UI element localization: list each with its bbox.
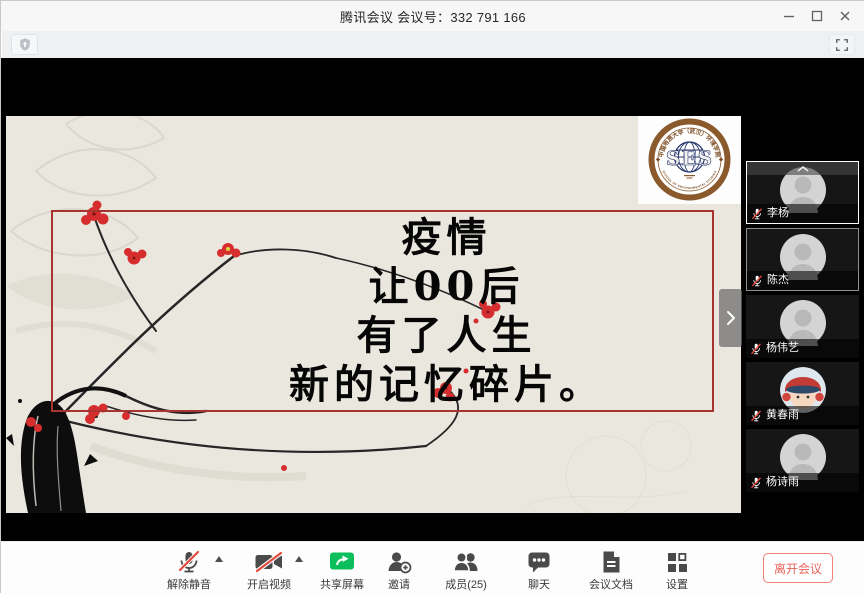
- members-button[interactable]: 成员(25): [436, 548, 496, 592]
- participant-namebar: 杨伟艺: [746, 339, 859, 358]
- tencent-meeting-window: 腾讯会议 会议号：332 791 166: [0, 0, 864, 593]
- participant-namebar: 李杨: [747, 204, 858, 223]
- minimize-icon: [782, 9, 796, 23]
- muted-mic-icon: [750, 343, 762, 355]
- invite-button[interactable]: 邀请: [369, 548, 429, 592]
- chevron-right-icon: [726, 310, 736, 326]
- members-label: 成员(25): [436, 576, 496, 592]
- unmute-label: 解除静音: [159, 576, 219, 592]
- maximize-button[interactable]: [803, 3, 831, 29]
- ses-logo: 中国地质大学（武汉）环境学院 SCHOOL OF ENVIRONMENTAL S…: [638, 116, 741, 204]
- participant-name: 杨伟艺: [766, 339, 799, 358]
- participant-tile[interactable]: 杨诗雨: [746, 429, 859, 492]
- unmute-options-caret[interactable]: [215, 556, 223, 562]
- settings-button[interactable]: 设置: [647, 548, 707, 592]
- close-button[interactable]: [831, 3, 859, 29]
- unmute-button[interactable]: 解除静音: [159, 548, 219, 592]
- invite-icon: [386, 550, 412, 574]
- fullscreen-button[interactable]: [829, 34, 855, 55]
- start-video-label: 开启视频: [239, 576, 299, 592]
- muted-mic-icon: [751, 275, 763, 287]
- participant-namebar: 陈杰: [747, 271, 858, 290]
- invite-label: 邀请: [369, 576, 429, 592]
- caret-up-icon: [295, 556, 303, 562]
- shield-icon: [18, 37, 32, 52]
- participant-name: 黄春雨: [766, 406, 799, 425]
- seal-center-text: SES: [666, 146, 713, 170]
- slide-line: 让00后: [181, 262, 712, 311]
- video-options-caret[interactable]: [295, 556, 303, 562]
- caret-up-icon: [215, 556, 223, 562]
- share-screen-button[interactable]: 共享屏幕: [312, 548, 372, 592]
- participant-tile[interactable]: 黄春雨: [746, 362, 859, 425]
- muted-mic-icon: [750, 477, 762, 489]
- security-shield-button[interactable]: [11, 34, 38, 55]
- slide-line: 疫情: [181, 213, 712, 262]
- titlebar: 腾讯会议 会议号：332 791 166: [1, 1, 864, 31]
- leave-meeting-button[interactable]: 离开会议: [763, 553, 833, 583]
- muted-mic-icon: [751, 208, 763, 220]
- muted-mic-icon: [176, 550, 202, 574]
- shared-screen-slide: 中国地质大学（武汉）环境学院 SCHOOL OF ENVIRONMENTAL S…: [6, 116, 741, 513]
- participant-tile[interactable]: 陈杰: [746, 228, 859, 291]
- faint-swirl-pattern: [526, 421, 691, 513]
- fullscreen-icon: [835, 38, 849, 52]
- slide-line: 新的记忆碎片。: [181, 360, 712, 409]
- share-screen-icon: [329, 551, 355, 573]
- participant-name: 陈杰: [767, 271, 789, 290]
- chat-label: 聊天: [509, 576, 569, 592]
- ses-seal-icon: 中国地质大学（武汉）环境学院 SCHOOL OF ENVIRONMENTAL S…: [638, 116, 741, 204]
- scroll-up-control[interactable]: [747, 162, 858, 175]
- members-icon: [452, 550, 480, 574]
- participant-namebar: 杨诗雨: [746, 473, 859, 492]
- collapse-panel-button[interactable]: [719, 289, 742, 347]
- slide-text-box: 疫情 让00后 有了人生 新的记忆碎片。: [51, 210, 714, 412]
- document-icon: [600, 550, 622, 574]
- start-video-button[interactable]: 开启视频: [239, 548, 299, 592]
- maximize-icon: [810, 9, 824, 23]
- share-screen-label: 共享屏幕: [312, 576, 372, 592]
- chat-icon: [526, 550, 552, 574]
- meeting-docs-button[interactable]: 会议文档: [581, 548, 641, 592]
- participants-sidebar: 李杨 陈杰: [746, 161, 859, 496]
- window-controls: [775, 1, 859, 31]
- participant-name: 李杨: [767, 204, 789, 223]
- participant-tile[interactable]: 杨伟艺: [746, 295, 859, 358]
- settings-label: 设置: [647, 576, 707, 592]
- meeting-statusbar: [2, 31, 864, 58]
- slide-text-lines: 疫情 让00后 有了人生 新的记忆碎片。: [53, 212, 712, 410]
- slide-line: 有了人生: [181, 311, 712, 360]
- muted-camera-icon: [254, 551, 284, 573]
- bottom-toolbar: 解除静音 开启视频: [1, 541, 864, 594]
- chevron-up-icon: [797, 166, 809, 172]
- close-icon: [838, 9, 852, 23]
- settings-grid-icon: [665, 550, 689, 574]
- meeting-docs-label: 会议文档: [581, 576, 641, 592]
- meeting-stage: 中国地质大学（武汉）环境学院 SCHOOL OF ENVIRONMENTAL S…: [1, 58, 864, 541]
- muted-mic-icon: [750, 410, 762, 422]
- minimize-button[interactable]: [775, 3, 803, 29]
- participant-namebar: 黄春雨: [746, 406, 859, 425]
- participant-tile[interactable]: 李杨: [746, 161, 859, 224]
- window-title: 腾讯会议 会议号：332 791 166: [340, 7, 526, 26]
- chat-button[interactable]: 聊天: [509, 548, 569, 592]
- participant-name: 杨诗雨: [766, 473, 799, 492]
